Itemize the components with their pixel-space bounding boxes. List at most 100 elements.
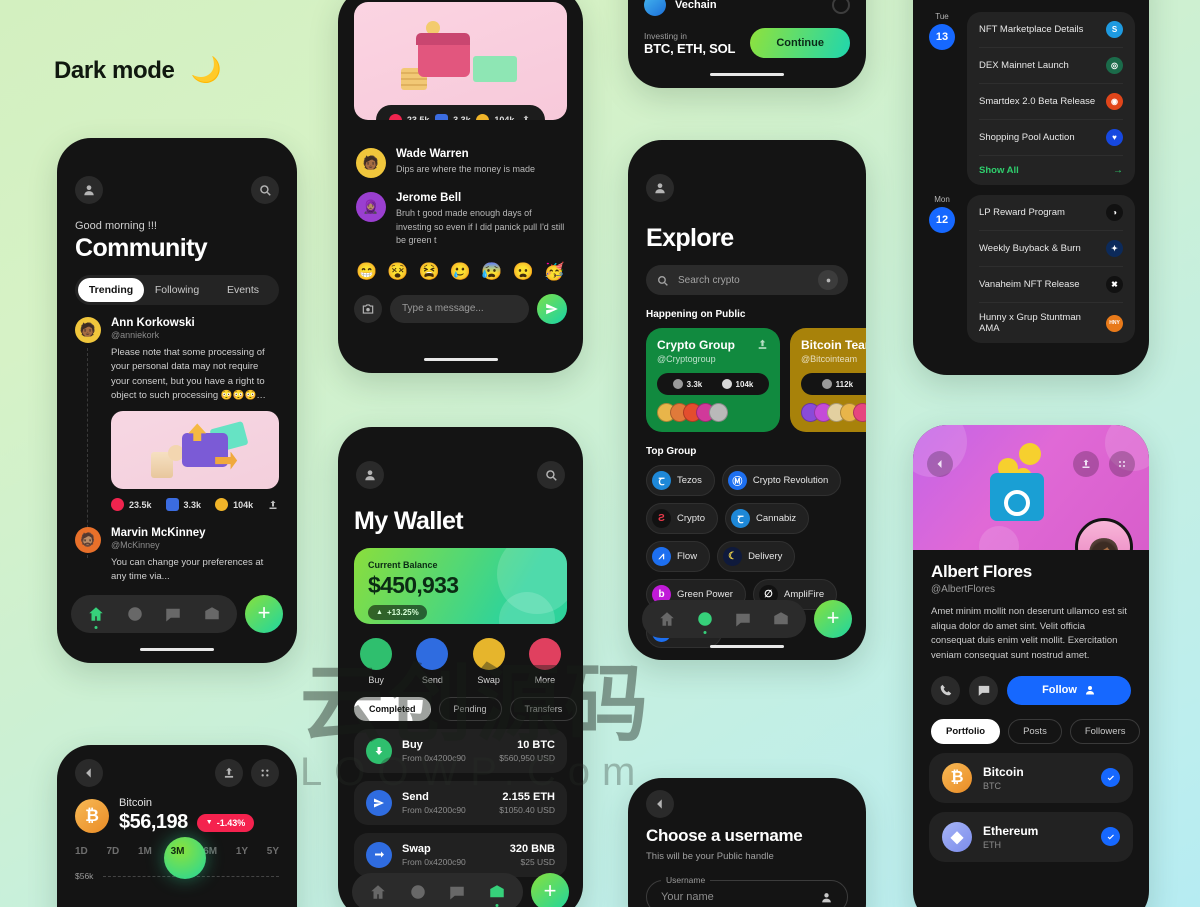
action-send[interactable]: Send bbox=[416, 638, 449, 685]
share-icon[interactable] bbox=[520, 114, 532, 120]
nav-home-icon[interactable] bbox=[87, 605, 105, 629]
grid-icon[interactable] bbox=[1109, 451, 1135, 477]
list-item[interactable]: NFT Marketplace Details S bbox=[979, 12, 1123, 48]
stat-views[interactable]: 104k bbox=[215, 498, 253, 511]
emoji-reaction[interactable]: 😦 bbox=[512, 262, 533, 282]
list-item[interactable]: ₿ Bitcoin BTC bbox=[929, 752, 1133, 803]
range-1y[interactable]: 1Y bbox=[236, 846, 248, 857]
chip-crypto-revolution[interactable]: Ⓜ Crypto Revolution bbox=[721, 465, 842, 496]
search-input[interactable]: Search crypto bbox=[646, 265, 848, 295]
avatar[interactable]: 🧑🏾 bbox=[356, 148, 386, 178]
stat-comments[interactable]: 3.3k bbox=[165, 498, 201, 511]
tab-posts[interactable]: Posts bbox=[1008, 718, 1062, 744]
tab-events[interactable]: Events bbox=[210, 278, 276, 302]
chip-delivery[interactable]: ☾ Delivery bbox=[717, 541, 796, 572]
filter-pending[interactable]: Pending bbox=[438, 697, 502, 721]
filter-completed[interactable]: Completed bbox=[354, 697, 431, 721]
balance-card[interactable]: Current Balance $450,933 ▲ +13.25% bbox=[354, 548, 567, 624]
avatar[interactable]: 🧕🏽 bbox=[356, 192, 386, 222]
range-1m[interactable]: 1M bbox=[138, 846, 152, 857]
tab-trending[interactable]: Trending bbox=[78, 278, 144, 302]
share-icon[interactable] bbox=[1073, 451, 1099, 477]
nav-compass-icon[interactable] bbox=[696, 610, 714, 634]
emoji-reaction[interactable]: 😵 bbox=[387, 262, 408, 282]
nav-home-icon[interactable] bbox=[658, 610, 676, 628]
chat-icon[interactable] bbox=[969, 675, 998, 705]
list-item[interactable]: LP Reward Program ◑ bbox=[979, 195, 1123, 231]
nav-compass-icon[interactable] bbox=[126, 605, 144, 623]
nav-compass-icon[interactable] bbox=[409, 883, 427, 901]
search-icon[interactable] bbox=[251, 176, 279, 204]
nav-chat-icon[interactable] bbox=[734, 610, 752, 628]
chip-flow[interactable]: ⩘ Flow bbox=[646, 541, 711, 572]
list-item[interactable]: Hunny x Grup Stuntman AMA HNY bbox=[979, 303, 1123, 343]
stat-likes[interactable]: 23.5k bbox=[111, 498, 152, 511]
table-row[interactable]: Buy From 0x4200c90 10 BTC $560,950 USD bbox=[354, 729, 567, 773]
chat-image[interactable]: 23.5k 3.3k 104k bbox=[354, 2, 567, 120]
avatar[interactable]: 🧔🏽 bbox=[75, 527, 101, 553]
avatar[interactable]: 🧑🏾 bbox=[75, 317, 101, 343]
tab-portfolio[interactable]: Portfolio bbox=[931, 718, 1001, 744]
profile-avatar-button[interactable] bbox=[646, 174, 674, 202]
continue-button[interactable]: Continue bbox=[750, 28, 850, 58]
chip-tezos[interactable]: Ꞇ Tezos bbox=[646, 465, 715, 496]
group-card[interactable]: Crypto Group @Cryptogroup 3.3k 104k bbox=[646, 328, 780, 432]
share-icon[interactable] bbox=[267, 499, 279, 511]
back-icon[interactable] bbox=[927, 451, 953, 477]
tab-following[interactable]: Following bbox=[144, 278, 210, 302]
check-icon[interactable] bbox=[1101, 768, 1120, 788]
show-all-row[interactable]: Show All → bbox=[979, 156, 1123, 185]
back-icon[interactable] bbox=[75, 759, 103, 787]
nav-wallet-icon[interactable] bbox=[772, 610, 790, 628]
phone-icon[interactable] bbox=[931, 675, 960, 705]
action-more[interactable]: More bbox=[528, 638, 561, 685]
action-swap[interactable]: Swap bbox=[472, 638, 505, 685]
camera-icon[interactable] bbox=[354, 294, 382, 323]
action-buy[interactable]: Buy bbox=[360, 638, 393, 685]
nav-wallet-icon[interactable] bbox=[203, 605, 221, 623]
avatar[interactable]: 👩🏾 bbox=[1075, 518, 1133, 550]
list-item[interactable]: Smartdex 2.0 Beta Release ◉ bbox=[979, 84, 1123, 120]
list-item[interactable]: Weekly Buyback & Burn ✦ bbox=[979, 231, 1123, 267]
add-button[interactable]: + bbox=[531, 873, 569, 907]
add-button[interactable]: + bbox=[814, 600, 852, 638]
stat-likes[interactable]: 23.5k bbox=[388, 113, 429, 120]
range-7d[interactable]: 7D bbox=[107, 846, 120, 857]
back-icon[interactable] bbox=[646, 790, 674, 818]
send-icon[interactable] bbox=[537, 293, 567, 324]
message-input[interactable]: Type a message... bbox=[390, 294, 529, 323]
emoji-reaction[interactable]: 🥲 bbox=[450, 262, 471, 282]
group-card[interactable]: Bitcoin Team @Bitcointeam 112k bbox=[790, 328, 866, 432]
nav-wallet-icon[interactable] bbox=[488, 883, 506, 907]
stat-comments[interactable]: 3.3k bbox=[435, 113, 471, 120]
range-3m[interactable]: 3M bbox=[171, 846, 185, 857]
emoji-reaction[interactable]: 😫 bbox=[419, 262, 440, 282]
nav-chat-icon[interactable] bbox=[448, 883, 466, 901]
username-input[interactable]: Username Your name bbox=[646, 875, 848, 907]
table-row[interactable]: Swap From 0x4200c90 320 BNB $25 USD bbox=[354, 833, 567, 877]
chip-crypto[interactable]: Ƨ Crypto bbox=[646, 503, 718, 534]
settings-icon[interactable] bbox=[818, 270, 838, 290]
range-1d[interactable]: 1D bbox=[75, 846, 88, 857]
emoji-reaction[interactable]: 😁 bbox=[356, 262, 377, 282]
emoji-reaction[interactable]: 🥳 bbox=[544, 262, 565, 282]
share-icon[interactable] bbox=[215, 759, 243, 787]
emoji-reaction[interactable]: 😰 bbox=[481, 262, 502, 282]
list-item[interactable]: Vanaheim NFT Release ✖ bbox=[979, 267, 1123, 303]
list-item[interactable]: DEX Mainnet Launch ◎ bbox=[979, 48, 1123, 84]
search-icon[interactable] bbox=[537, 461, 565, 489]
check-icon[interactable] bbox=[1101, 827, 1120, 847]
follow-button[interactable]: Follow bbox=[1007, 675, 1131, 705]
filter-transfers[interactable]: Transfers bbox=[509, 697, 578, 721]
post-image[interactable] bbox=[111, 411, 279, 489]
range-5y[interactable]: 5Y bbox=[267, 846, 279, 857]
profile-avatar-button[interactable] bbox=[356, 461, 384, 489]
stat-views[interactable]: 104k bbox=[476, 113, 514, 120]
add-button[interactable]: + bbox=[245, 595, 283, 633]
list-item[interactable]: ◆ Ethereum ETH bbox=[929, 811, 1133, 862]
tab-followers[interactable]: Followers bbox=[1069, 718, 1141, 744]
nav-home-icon[interactable] bbox=[369, 883, 387, 901]
profile-avatar-button[interactable] bbox=[75, 176, 103, 204]
chip-cannabiz[interactable]: Ꞇ Cannabiz bbox=[724, 503, 810, 534]
nav-chat-icon[interactable] bbox=[164, 605, 182, 623]
